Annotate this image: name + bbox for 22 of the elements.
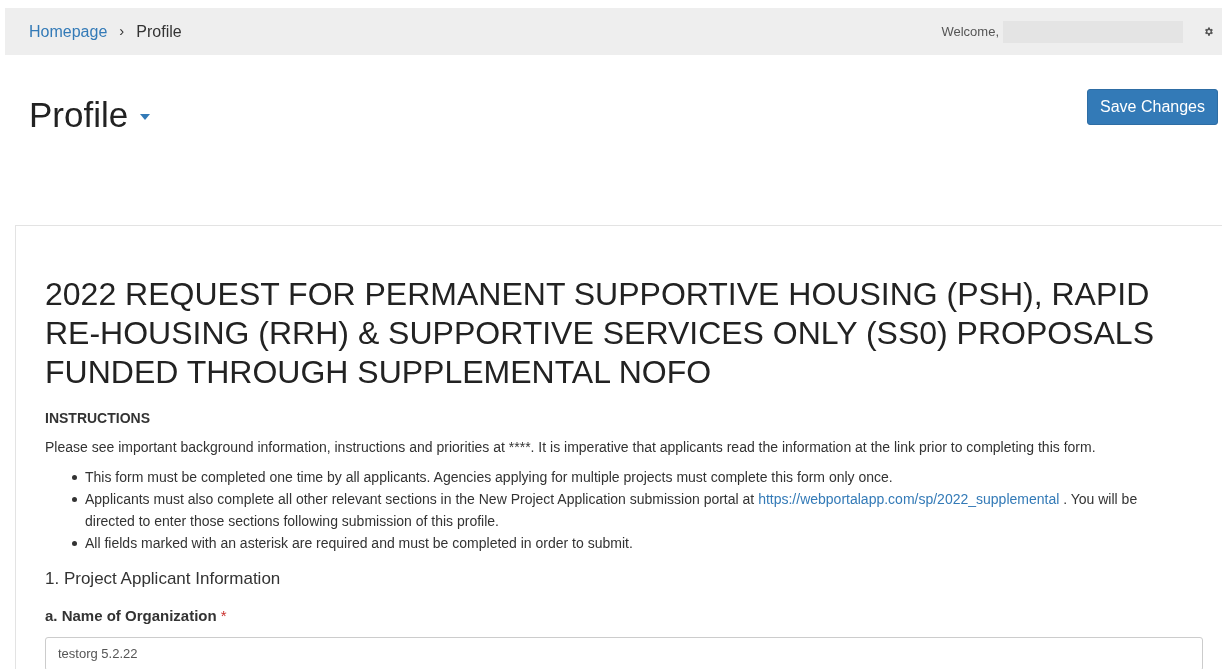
input-field[interactable]: testorg 5.2.22 bbox=[45, 636, 1203, 669]
bullet-icon bbox=[72, 474, 77, 480]
caret-icon[interactable] bbox=[140, 114, 151, 121]
required-asterisk: * bbox=[220, 606, 227, 626]
bullet-text: Applicants must also complete all other relevant sections in the New Project Application submission portal at https://webportalapp.com/sp/2022_supplemental . You will be directed to enter those sections following submission of this profile. bbox=[85, 489, 1139, 531]
save-changes-button[interactable]: Save Changes bbox=[1087, 89, 1218, 125]
section-heading: 1. Project Applicant Information bbox=[45, 567, 282, 590]
field-label: a. Name of Organization bbox=[45, 606, 217, 626]
bullet-icon bbox=[72, 496, 77, 502]
settings-icon[interactable] bbox=[1203, 26, 1214, 37]
instructions-heading: INSTRUCTIONS bbox=[45, 408, 151, 428]
breadcrumb-link[interactable]: Homepage bbox=[29, 19, 108, 44]
instructions-text: Please see important background information, instructions and priorities at ****. It is imperative that applicants read the information at the link prior to completing this form. bbox=[45, 437, 1097, 457]
welcome-text: Welcome, bbox=[941, 22, 999, 41]
portal-link[interactable]: https://webportalapp.com/sp/2022_supplemental bbox=[758, 490, 1060, 507]
breadcrumb-current: Profile bbox=[136, 21, 182, 42]
form-title: 2022 REQUEST FOR PERMANENT SUPPORTIVE HOUSING (PSH), RAPID RE-HOUSING (RRH) & SUPPORTIVE SERVICES ONLY (SS0) PROPOSALS FUNDED THROUGH SUPPLEMENTAL NOFO bbox=[45, 274, 1155, 392]
bullet-icon bbox=[72, 540, 77, 546]
bullet-text: This form must be completed one time by all applicants. Agencies applying for multiple projects must complete this form only once. bbox=[85, 467, 894, 487]
bullet-text: All fields marked with an asterisk are required and must be completed in order to submit. bbox=[85, 533, 634, 553]
page-title: Profile bbox=[29, 94, 129, 136]
breadcrumb-separator: › bbox=[119, 21, 125, 42]
